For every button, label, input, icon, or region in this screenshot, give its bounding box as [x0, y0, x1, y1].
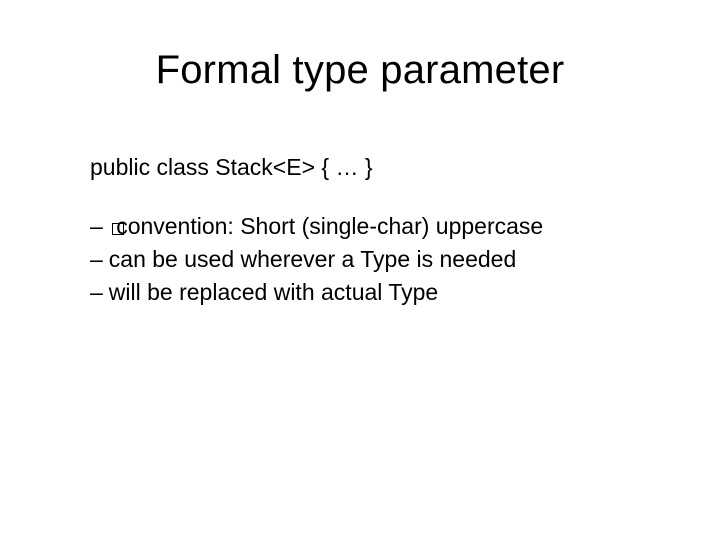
list-item: – convention: Short (single-char) upperc… [90, 211, 660, 242]
code-example: public class Stack<E> { … } [90, 152, 660, 183]
bullet-list: – convention: Short (single-char) upperc… [90, 211, 660, 308]
bullet-dash: – [90, 211, 106, 242]
bullet-text-wrap: convention: Short (single-char) uppercas… [112, 211, 543, 242]
list-item: – can be used wherever a Type is needed [90, 244, 660, 275]
slide-body: public class Stack<E> { … } – convention… [90, 152, 660, 310]
bullet-text: will be replaced with actual Type [109, 277, 438, 308]
bullet-text: convention: Short (single-char) uppercas… [116, 213, 543, 239]
bullet-dash: – [90, 244, 103, 275]
list-item: – will be replaced with actual Type [90, 277, 660, 308]
square-icon [112, 223, 124, 235]
slide: Formal type parameter public class Stack… [0, 0, 720, 540]
bullet-text: can be used wherever a Type is needed [109, 244, 516, 275]
bullet-dash: – [90, 277, 103, 308]
slide-title: Formal type parameter [0, 48, 720, 93]
